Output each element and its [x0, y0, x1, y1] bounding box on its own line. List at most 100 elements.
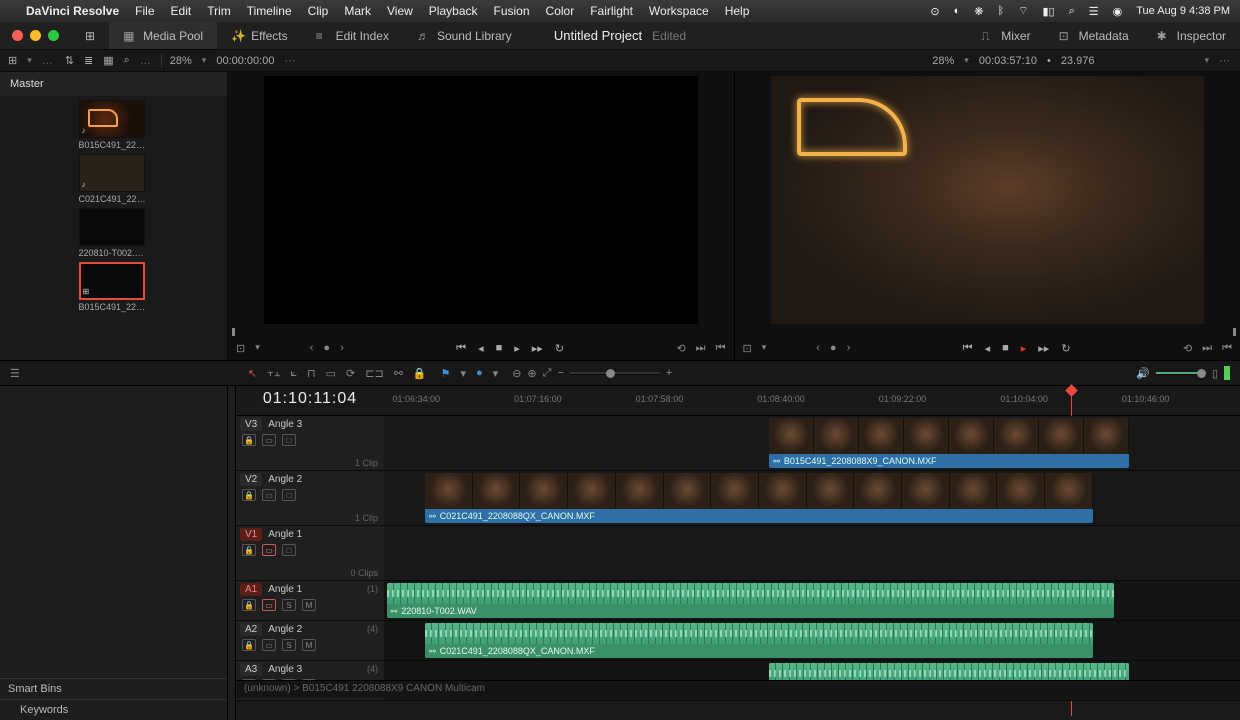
- source-scrubber[interactable]: [232, 328, 730, 336]
- tab-media-pool[interactable]: ▦ Media Pool: [109, 22, 217, 49]
- step-back-icon[interactable]: ◂: [478, 342, 484, 355]
- program-screen[interactable]: [771, 76, 1205, 324]
- source-zoom[interactable]: 28%: [170, 55, 192, 67]
- step-fwd-icon[interactable]: ▸▸: [532, 342, 543, 355]
- track-header[interactable]: V1Angle 1🔒▭□0 Clips: [236, 526, 384, 581]
- replace-icon[interactable]: ⟳: [346, 367, 355, 380]
- list-icon[interactable]: ≣: [84, 54, 93, 67]
- search-icon[interactable]: ⌕: [124, 54, 130, 67]
- menu-help[interactable]: Help: [725, 4, 750, 18]
- track-header[interactable]: V3Angle 3🔒▭□1 Clip: [236, 416, 384, 471]
- minimize-window[interactable]: [30, 30, 41, 41]
- insert-icon[interactable]: ⊓: [307, 367, 316, 380]
- tab-effects[interactable]: ✨ Effects: [217, 22, 301, 49]
- prev-clip-icon[interactable]: ⏮: [963, 342, 973, 355]
- clock[interactable]: Tue Aug 9 4:38 PM: [1136, 5, 1230, 17]
- track-header[interactable]: A1Angle 1(1)🔒▭SM: [236, 581, 384, 621]
- menu-edit[interactable]: Edit: [171, 4, 192, 18]
- close-window[interactable]: [12, 30, 23, 41]
- menu-fusion[interactable]: Fusion: [494, 4, 530, 18]
- workspace-icon[interactable]: ⊞: [71, 22, 109, 49]
- blade-tool-icon[interactable]: ⟀: [290, 367, 297, 380]
- marker-icon[interactable]: ●: [476, 367, 483, 379]
- menu-playback[interactable]: Playback: [429, 4, 478, 18]
- bin-view-icon[interactable]: ⊞: [8, 54, 17, 67]
- battery-icon[interactable]: ▮▯: [1042, 5, 1054, 18]
- zoom-in-icon[interactable]: ⊕: [527, 367, 536, 380]
- menu-trim[interactable]: Trim: [207, 4, 231, 18]
- fit-icon[interactable]: ⊡: [743, 342, 752, 355]
- control-center-icon[interactable]: ☰: [1089, 5, 1099, 18]
- status-icon[interactable]: ◐: [954, 5, 961, 17]
- menu-timeline[interactable]: Timeline: [247, 4, 292, 18]
- selection-tool-icon[interactable]: ↖: [248, 367, 257, 380]
- tab-metadata[interactable]: ⊡ Metadata: [1045, 29, 1143, 43]
- menu-view[interactable]: View: [387, 4, 413, 18]
- media-thumbnail[interactable]: ♪C021C491_220808...: [79, 154, 149, 206]
- timeline-clip[interactable]: ⚯B015C491_2208088X9_CANON.MXF: [769, 418, 1129, 468]
- program-scrubber[interactable]: [739, 328, 1237, 336]
- meters-icon[interactable]: [1224, 366, 1230, 380]
- timeline-timecode[interactable]: 01:10:11:04: [236, 386, 384, 415]
- track-header[interactable]: A2Angle 2(4)🔒▭SM: [236, 621, 384, 661]
- overwrite-icon[interactable]: ▭: [326, 367, 336, 380]
- menu-mark[interactable]: Mark: [344, 4, 371, 18]
- program-zoom[interactable]: 28%: [932, 55, 954, 67]
- media-thumbnail[interactable]: 220810-T002.WAV: [79, 208, 149, 260]
- stop-icon[interactable]: ■: [1002, 342, 1009, 355]
- loop-icon[interactable]: ↻: [555, 342, 564, 355]
- master-bin[interactable]: Master: [0, 72, 227, 96]
- match-frame-icon[interactable]: ⟲: [1183, 342, 1192, 355]
- fit-icon[interactable]: ⊡: [236, 342, 245, 355]
- stop-icon[interactable]: ■: [496, 342, 503, 355]
- match-frame-icon[interactable]: ⟲: [676, 342, 685, 355]
- menu-fairlight[interactable]: Fairlight: [590, 4, 633, 18]
- tab-sound-library[interactable]: ♬ Sound Library: [403, 22, 526, 49]
- zoom-fit-icon[interactable]: ⤢: [543, 367, 552, 380]
- siri-icon[interactable]: ◉: [1113, 5, 1123, 18]
- volume-icon[interactable]: 🔊: [1136, 367, 1150, 380]
- menu-workspace[interactable]: Workspace: [649, 4, 709, 18]
- timeline-clip[interactable]: ⚯220810-T002.WAV: [387, 583, 1115, 618]
- maximize-window[interactable]: [48, 30, 59, 41]
- loop-icon[interactable]: ↻: [1061, 342, 1070, 355]
- smart-bin-keywords[interactable]: Keywords: [0, 699, 227, 720]
- menu-color[interactable]: Color: [546, 4, 575, 18]
- zoom-slider[interactable]: [570, 372, 660, 375]
- prev-clip-icon[interactable]: ⏮: [456, 342, 466, 355]
- timeline-view-icon[interactable]: ☰: [10, 367, 20, 380]
- menu-file[interactable]: File: [135, 4, 154, 18]
- status-icon[interactable]: ⊙: [930, 5, 939, 18]
- sort-icon[interactable]: ⇅: [65, 54, 74, 67]
- link-icon[interactable]: ⚯: [394, 367, 403, 380]
- play-icon[interactable]: ▸: [1021, 342, 1027, 355]
- thumb-icon[interactable]: ▦: [103, 54, 113, 67]
- tab-mixer[interactable]: ⎍ Mixer: [967, 29, 1044, 43]
- bluetooth-icon[interactable]: ᛒ: [998, 5, 1005, 17]
- zoom-out-icon[interactable]: ⊖: [512, 367, 521, 380]
- tab-inspector[interactable]: ✱ Inspector: [1143, 29, 1240, 43]
- track-header[interactable]: V2Angle 2🔒▭□1 Clip: [236, 471, 384, 526]
- timeline-ruler[interactable]: 01:06:34:0001:07:16:0001:07:58:0001:08:4…: [384, 386, 1240, 415]
- timeline-clip[interactable]: ⚯C021C491_2208088QX_CANON.MXF: [425, 473, 1093, 523]
- smart-bins-header[interactable]: Smart Bins: [0, 678, 227, 699]
- flag-icon[interactable]: ⚑: [441, 367, 451, 380]
- search-icon[interactable]: ⌕: [1069, 5, 1075, 18]
- status-icon[interactable]: ❋: [974, 5, 983, 18]
- dim-icon[interactable]: ▯: [1212, 367, 1218, 380]
- media-thumbnail[interactable]: ⊞B015C491_220808...: [79, 262, 149, 314]
- fit-to-fill-icon[interactable]: ⊏⊐: [365, 367, 383, 380]
- volume-slider[interactable]: [1156, 372, 1206, 375]
- play-icon[interactable]: ▸: [514, 342, 520, 355]
- media-thumbnail[interactable]: ♪B015C491_220808...: [79, 100, 149, 152]
- source-screen[interactable]: [264, 76, 698, 324]
- timeline-clip[interactable]: ⚯C021C491_2208088QX_CANON.MXF: [425, 623, 1093, 658]
- step-back-icon[interactable]: ◂: [985, 342, 991, 355]
- lock-icon[interactable]: 🔒: [413, 367, 427, 380]
- menu-clip[interactable]: Clip: [308, 4, 329, 18]
- step-fwd-icon[interactable]: ▸▸: [1038, 342, 1049, 355]
- wifi-icon[interactable]: ⌔: [1018, 4, 1028, 18]
- app-name[interactable]: DaVinci Resolve: [26, 4, 119, 18]
- trim-tool-icon[interactable]: ⫟⫠: [267, 367, 280, 380]
- tab-edit-index[interactable]: ≡ Edit Index: [302, 22, 403, 49]
